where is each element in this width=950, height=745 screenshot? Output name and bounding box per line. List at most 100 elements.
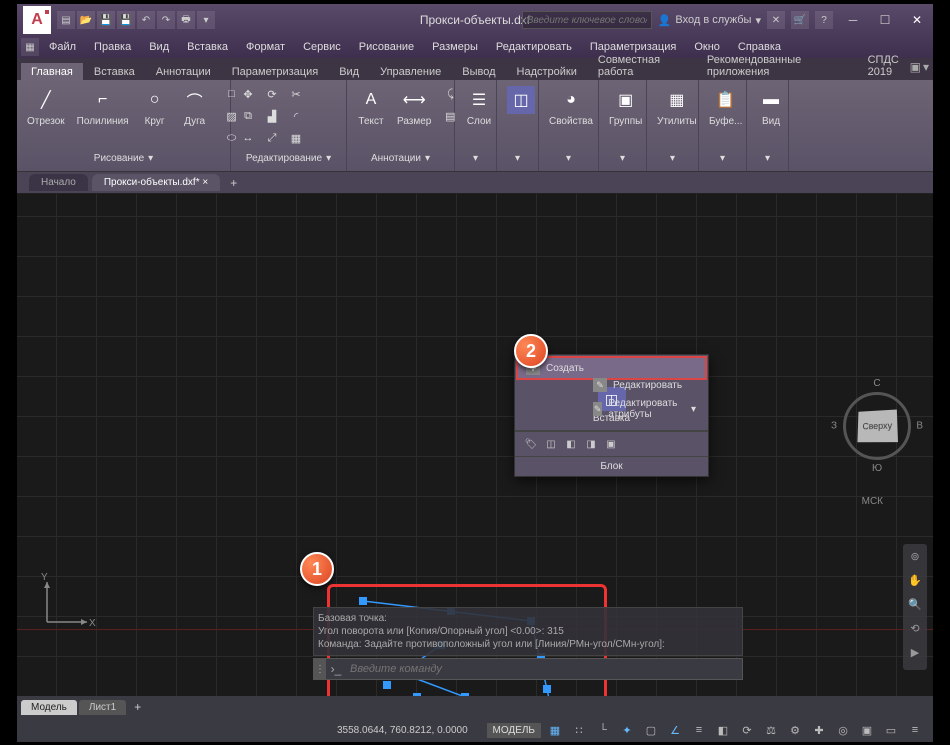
qat-print-icon[interactable]: 🖶	[177, 11, 195, 29]
tab-view[interactable]: Вид	[329, 63, 369, 80]
hardware-icon[interactable]: ▣	[857, 721, 877, 739]
qat-redo-icon[interactable]: ↷	[157, 11, 175, 29]
tab-collaborate[interactable]: Совместная работа	[588, 51, 696, 80]
customize-icon[interactable]: ≡	[905, 721, 925, 739]
menu-draw[interactable]: Рисование	[351, 39, 422, 55]
qat-open-icon[interactable]: 📂	[77, 11, 95, 29]
block-edit-item[interactable]: ✎Редактировать	[585, 375, 704, 395]
help-icon[interactable]: ?	[815, 11, 833, 29]
osnap-icon[interactable]: ▢	[641, 721, 661, 739]
nav-pan-icon[interactable]: ✋	[903, 574, 927, 592]
menu-file[interactable]: Файл	[41, 39, 84, 55]
menu-insert[interactable]: Вставка	[179, 39, 236, 55]
viewcube-top[interactable]: Сверху	[857, 410, 898, 443]
view-cube[interactable]: Сверху С Ю В З	[843, 392, 911, 460]
sb649-grid-icon[interactable]: ▦	[545, 721, 565, 739]
tab-annotate[interactable]: Аннотации	[146, 63, 221, 80]
block-panel-button[interactable]: ◫	[503, 84, 539, 116]
panel-layers-expand[interactable]: ▾	[461, 149, 490, 167]
wcs-label[interactable]: МСК	[862, 496, 883, 507]
rotate-icon[interactable]: ⟳	[261, 84, 283, 104]
panel-groups-expand[interactable]: ▾	[605, 149, 640, 167]
tab-close-icon[interactable]: ×	[202, 177, 208, 188]
lineweight-icon[interactable]: ≡	[689, 721, 709, 739]
panel-utils-expand[interactable]: ▾	[653, 149, 692, 167]
command-input[interactable]	[346, 663, 742, 675]
transparency-icon[interactable]: ◧	[713, 721, 733, 739]
doc-tab-start[interactable]: Начало	[29, 174, 88, 191]
add-layout-button[interactable]: +	[128, 700, 147, 714]
qat-dropdown-icon[interactable]: ▾	[197, 11, 215, 29]
cycling-icon[interactable]: ⟳	[737, 721, 757, 739]
menu-format[interactable]: Формат	[238, 39, 293, 55]
qat-saveas-icon[interactable]: 💾	[117, 11, 135, 29]
drawing-area[interactable]: ✚Создать ◫ Вставка ✎Редактировать ✎Редак…	[17, 194, 933, 696]
panel-annot-title[interactable]: Аннотации▾	[353, 149, 448, 167]
panel-clip-expand[interactable]: ▾	[705, 149, 740, 167]
qat-new-icon[interactable]: ▤	[57, 11, 75, 29]
fillet-icon[interactable]: ◜	[285, 106, 307, 126]
cleanscreen-icon[interactable]: ▭	[881, 721, 901, 739]
menu-logo-icon[interactable]: ▦	[21, 38, 39, 56]
clipboard-button[interactable]: 📋Буфе...	[705, 84, 746, 129]
utilities-button[interactable]: ▦Утилиты	[653, 84, 701, 129]
trim-icon[interactable]: ✂	[285, 84, 307, 104]
workspace-icon[interactable]: ⚙	[785, 721, 805, 739]
nav-orbit-icon[interactable]: ⟲	[903, 622, 927, 640]
groups-button[interactable]: ▣Группы	[605, 84, 646, 129]
ribbon-collapse-icon[interactable]: ▣	[910, 60, 921, 74]
panel-modify-title[interactable]: Редактирование▾	[237, 149, 340, 167]
snap-icon[interactable]: ∷	[569, 721, 589, 739]
mirror-icon[interactable]: ▟	[261, 106, 283, 126]
dd-icon-3[interactable]: ◧	[563, 436, 579, 452]
dd-icon-5[interactable]: ▣	[603, 436, 619, 452]
maximize-button[interactable]: ☐	[869, 8, 901, 32]
copy-icon[interactable]: ⧉	[237, 106, 259, 126]
menu-dimension[interactable]: Размеры	[424, 39, 486, 55]
polar-icon[interactable]: ✦	[617, 721, 637, 739]
otrack-icon[interactable]: ∠	[665, 721, 685, 739]
model-tab[interactable]: Модель	[21, 700, 77, 715]
nav-showmotion-icon[interactable]: ▶	[903, 646, 927, 664]
tab-parametric[interactable]: Параметризация	[222, 63, 328, 80]
dd-icon-1[interactable]: 🏷	[523, 436, 539, 452]
panel-view-expand[interactable]: ▾	[753, 149, 782, 167]
login-button[interactable]: 👤Вход в службы▾	[658, 14, 761, 27]
menu-modify[interactable]: Редактировать	[488, 39, 580, 55]
properties-button[interactable]: ◕Свойства	[545, 84, 597, 129]
isolate-icon[interactable]: ◎	[833, 721, 853, 739]
tab-insert[interactable]: Вставка	[84, 63, 145, 80]
qat-save-icon[interactable]: 💾	[97, 11, 115, 29]
tab-featured[interactable]: Рекомендованные приложения	[697, 51, 857, 80]
move-icon[interactable]: ✥	[237, 84, 259, 104]
doc-tab-current[interactable]: Прокси-объекты.dxf* ×	[92, 174, 220, 191]
menu-view[interactable]: Вид	[141, 39, 177, 55]
cart-icon[interactable]: 🛒	[791, 11, 809, 29]
ortho-icon[interactable]: └	[593, 721, 613, 739]
cmdline-recent-icon[interactable]: ›_	[326, 662, 346, 676]
cmdline-handle-icon[interactable]: ⋮	[314, 659, 326, 679]
menu-tools[interactable]: Сервис	[295, 39, 349, 55]
tab-addins[interactable]: Надстройки	[507, 63, 587, 80]
annoscale-icon[interactable]: ⚖	[761, 721, 781, 739]
arc-button[interactable]: ⌒Дуга	[177, 84, 213, 129]
circle-button[interactable]: ○Круг	[137, 84, 173, 129]
panel-props-expand[interactable]: ▾	[545, 149, 592, 167]
status-model[interactable]: МОДЕЛЬ	[487, 723, 541, 738]
qat-undo-icon[interactable]: ↶	[137, 11, 155, 29]
command-line[interactable]: ⋮ ›_	[313, 658, 743, 680]
tab-home[interactable]: Главная	[21, 63, 83, 80]
dd-icon-4[interactable]: ◨	[583, 436, 599, 452]
nav-zoom-icon[interactable]: 🔍	[903, 598, 927, 616]
view-button[interactable]: ▬Вид	[753, 84, 789, 129]
layers-button[interactable]: ☰Слои	[461, 84, 497, 129]
minimize-button[interactable]: ─	[837, 8, 869, 32]
sheet-tab[interactable]: Лист1	[79, 700, 126, 715]
new-tab-button[interactable]: +	[224, 176, 243, 190]
close-button[interactable]: ✕	[901, 8, 933, 32]
dimension-button[interactable]: ⟷Размер	[393, 84, 435, 129]
dd-icon-2[interactable]: ◫	[543, 436, 559, 452]
stretch-icon[interactable]: ↔	[237, 128, 259, 148]
exchange-icon[interactable]: ✕	[767, 11, 785, 29]
annomon-icon[interactable]: ✚	[809, 721, 829, 739]
